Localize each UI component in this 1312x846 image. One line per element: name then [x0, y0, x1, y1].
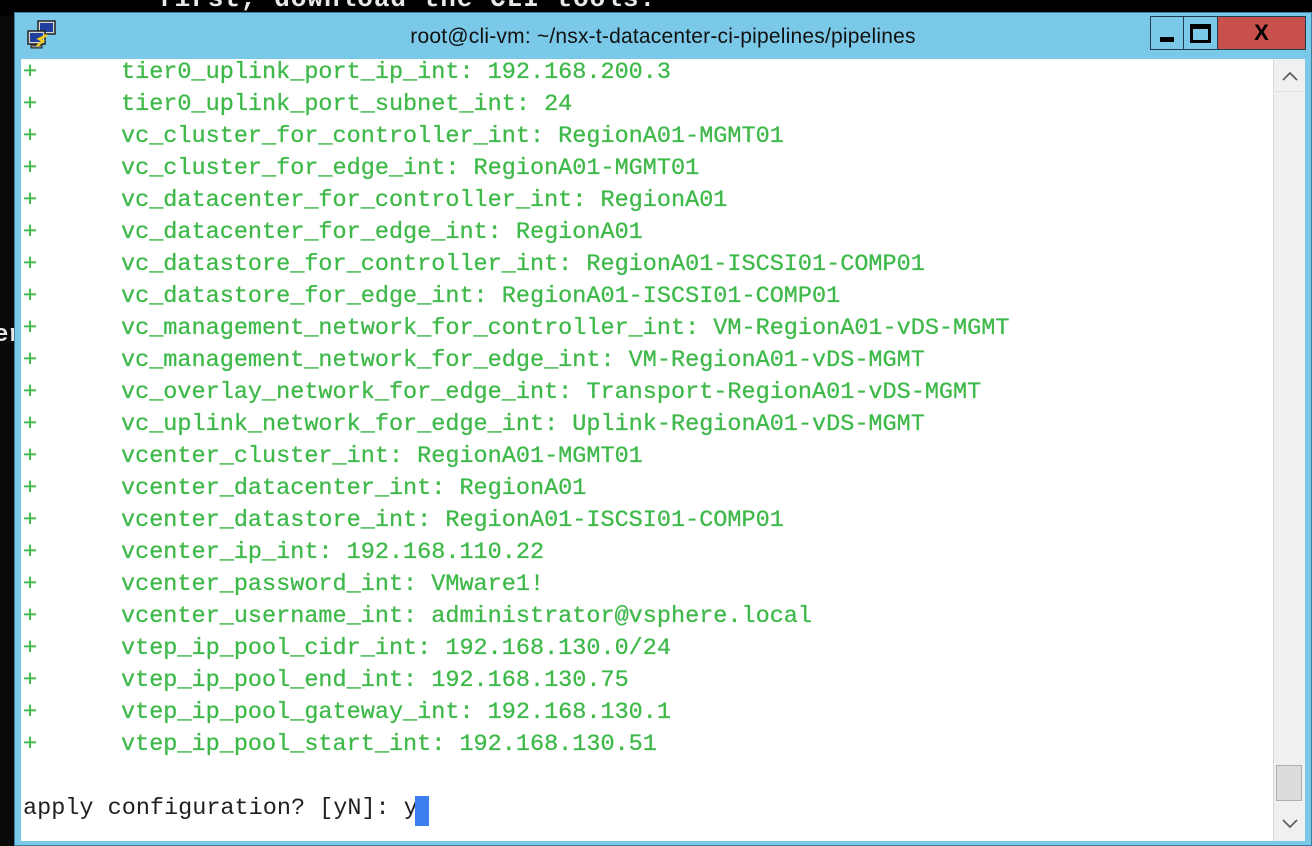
terminal-line: + tier0_uplink_port_subnet_int: 24 — [21, 91, 1273, 123]
diff-plus-marker: + — [23, 59, 38, 86]
terminal-line: + vtep_ip_pool_gateway_int: 192.168.130.1 — [21, 699, 1273, 731]
diff-plus-marker: + — [23, 411, 38, 438]
terminal-line-text: vcenter_datacenter_int: RegionA01 — [121, 475, 587, 502]
terminal-line: + vcenter_ip_int: 192.168.110.22 — [21, 539, 1273, 571]
diff-plus-marker: + — [23, 667, 38, 694]
terminal-line: + vc_management_network_for_controller_in… — [21, 315, 1273, 347]
terminal-line: + vtep_ip_pool_start_int: 192.168.130.51 — [21, 731, 1273, 763]
maximize-icon — [1190, 23, 1211, 43]
terminal-line: + vcenter_username_int: administrator@vsp… — [21, 603, 1273, 635]
terminal-line-text: vc_management_network_for_controller_int… — [121, 315, 1010, 342]
terminal-line-text: vcenter_username_int: administrator@vsph… — [121, 603, 813, 630]
window-title: root@cli-vm: ~/nsx-t-datacenter-ci-pipel… — [410, 25, 916, 48]
diff-plus-marker: + — [23, 699, 38, 726]
terminal-line-text: tier0_uplink_port_ip_int: 192.168.200.3 — [121, 59, 671, 86]
diff-plus-marker: + — [23, 219, 38, 246]
terminal-line: + vc_uplink_network_for_edge_int: Uplink-… — [21, 411, 1273, 443]
terminal-output[interactable]: + tier0_uplink_port_ip_int: 192.168.200.3… — [21, 59, 1273, 841]
terminal-line-text: vcenter_password_int: VMware1! — [121, 571, 545, 598]
terminal-line: + vc_overlay_network_for_edge_int: Transp… — [21, 379, 1273, 411]
diff-plus-marker: + — [23, 91, 38, 118]
terminal-line-text: vc_overlay_network_for_edge_int: Transpo… — [121, 379, 982, 406]
diff-plus-marker: + — [23, 731, 38, 758]
diff-plus-marker: + — [23, 315, 38, 342]
terminal-line-text: vtep_ip_pool_cidr_int: 192.168.130.0/24 — [121, 635, 671, 662]
vertical-scrollbar[interactable] — [1273, 59, 1305, 841]
maximize-button[interactable] — [1184, 16, 1218, 50]
minimize-icon — [1160, 36, 1174, 42]
terminal-line-text: vc_management_network_for_edge_int: VM-R… — [121, 347, 925, 374]
diff-plus-marker: + — [23, 251, 38, 278]
terminal-line-text: vc_uplink_network_for_edge_int: Uplink-R… — [121, 411, 925, 438]
terminal-line: + vc_cluster_for_controller_int: RegionA0… — [21, 123, 1273, 155]
diff-plus-marker: + — [23, 539, 38, 566]
terminal-line: + vc_datastore_for_edge_int: RegionA01-IS… — [21, 283, 1273, 315]
diff-plus-marker: + — [23, 603, 38, 630]
scroll-up-button[interactable] — [1275, 61, 1304, 92]
terminal-line: + vc_management_network_for_edge_int: VM-… — [21, 347, 1273, 379]
diff-plus-marker: + — [23, 187, 38, 214]
terminal-line-text: vcenter_datastore_int: RegionA01-ISCSI01… — [121, 507, 784, 534]
terminal-line: + vcenter_datacenter_int: RegionA01 — [21, 475, 1273, 507]
close-icon: X — [1254, 20, 1269, 45]
close-button[interactable]: X — [1218, 16, 1306, 50]
terminal-line: + vc_cluster_for_edge_int: RegionA01-MGMT… — [21, 155, 1273, 187]
diff-plus-marker: + — [23, 347, 38, 374]
terminal-line: + vc_datastore_for_controller_int: Region… — [21, 251, 1273, 283]
terminal-line-text: vcenter_cluster_int: RegionA01-MGMT01 — [121, 443, 643, 470]
title-bar[interactable]: root@cli-vm: ~/nsx-t-datacenter-ci-pipel… — [15, 13, 1311, 57]
terminal-line-text: vcenter_ip_int: 192.168.110.22 — [121, 539, 545, 566]
terminal-line: + vcenter_datastore_int: RegionA01-ISCSI0… — [21, 507, 1273, 539]
minimize-button[interactable] — [1150, 16, 1184, 50]
diff-plus-marker: + — [23, 475, 38, 502]
terminal-line: + vtep_ip_pool_end_int: 192.168.130.75 — [21, 667, 1273, 699]
terminal-line: + vtep_ip_pool_cidr_int: 192.168.130.0/24 — [21, 635, 1273, 667]
prompt-text: apply configuration? [yN]: — [23, 795, 404, 822]
scroll-down-button[interactable] — [1275, 809, 1304, 839]
terminal-line-text: vc_datacenter_for_controller_int: Region… — [121, 187, 728, 214]
background-left-text: er — [0, 322, 14, 349]
putty-window: root@cli-vm: ~/nsx-t-datacenter-ci-pipel… — [14, 12, 1312, 846]
terminal-line-text: tier0_uplink_port_subnet_int: 24 — [121, 91, 573, 118]
terminal-line-text: vc_cluster_for_edge_int: RegionA01-MGMT0… — [121, 155, 700, 182]
text-cursor — [414, 796, 429, 826]
scroll-up-arrow-icon — [1281, 71, 1298, 81]
diff-plus-marker: + — [23, 635, 38, 662]
terminal-line-text: vtep_ip_pool_gateway_int: 192.168.130.1 — [121, 699, 671, 726]
diff-plus-marker: + — [23, 155, 38, 182]
prompt-line[interactable]: apply configuration? [yN]: y — [23, 795, 429, 827]
diff-plus-marker: + — [23, 123, 38, 150]
terminal-line-text: vtep_ip_pool_end_int: 192.168.130.75 — [121, 667, 629, 694]
terminal-line: + tier0_uplink_port_ip_int: 192.168.200.3 — [21, 59, 1273, 91]
scroll-down-arrow-icon — [1281, 819, 1298, 829]
terminal-line: + vc_datacenter_for_edge_int: RegionA01 — [21, 219, 1273, 251]
terminal-line: + vcenter_cluster_int: RegionA01-MGMT01 — [21, 443, 1273, 475]
background-left-fragment: er — [0, 318, 14, 354]
terminal-line-text: vc_datacenter_for_edge_int: RegionA01 — [121, 219, 643, 246]
diff-plus-marker: + — [23, 379, 38, 406]
terminal-line-text: vtep_ip_pool_start_int: 192.168.130.51 — [121, 731, 657, 758]
terminal-line: + vc_datacenter_for_controller_int: Regio… — [21, 187, 1273, 219]
terminal-line-text: vc_cluster_for_controller_int: RegionA01… — [121, 123, 784, 150]
terminal-line-text: vc_datastore_for_edge_int: RegionA01-ISC… — [121, 283, 841, 310]
diff-plus-marker: + — [23, 443, 38, 470]
diff-plus-marker: + — [23, 283, 38, 310]
terminal-line: + vcenter_password_int: VMware1! — [21, 571, 1273, 603]
terminal-line-text: vc_datastore_for_controller_int: RegionA… — [121, 251, 925, 278]
scrollbar-thumb[interactable] — [1276, 765, 1302, 801]
diff-lines: + tier0_uplink_port_ip_int: 192.168.200.3… — [21, 59, 1273, 763]
diff-plus-marker: + — [23, 571, 38, 598]
diff-plus-marker: + — [23, 507, 38, 534]
